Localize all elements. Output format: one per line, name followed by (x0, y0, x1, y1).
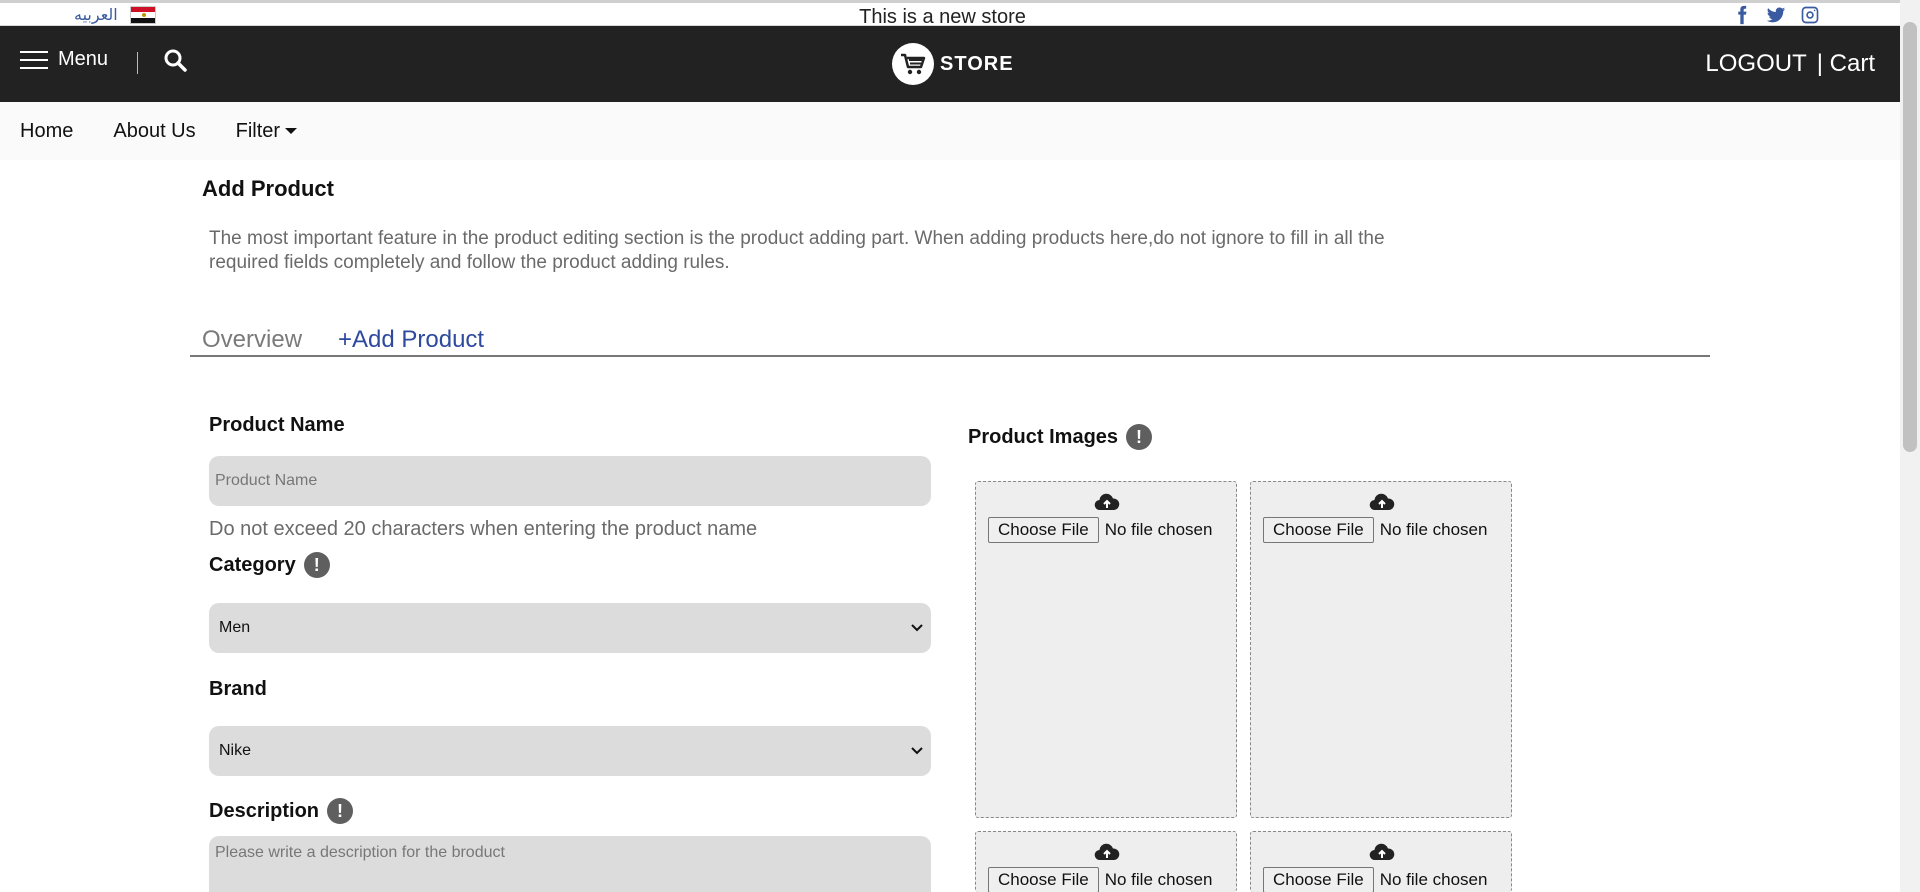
chevron-down-icon (911, 747, 923, 755)
product-images-label: Product Images ! (968, 424, 1153, 450)
hamburger-icon[interactable] (20, 50, 48, 69)
product-name-placeholder: Product Name (215, 472, 318, 489)
choose-file-button[interactable]: Choose File (1263, 867, 1374, 892)
tab-add-product[interactable]: +Add Product (338, 326, 484, 354)
category-select[interactable]: Men (209, 603, 931, 653)
header-divider (137, 52, 138, 74)
product-name-hint: Do not exceed 20 characters when enterin… (209, 518, 758, 540)
logout-link[interactable]: LOGOUT (1705, 50, 1806, 78)
file-input[interactable]: Choose File No file chosen (988, 517, 1212, 543)
store-logo[interactable]: STORE (892, 43, 1014, 85)
page-description: The most important feature in the produc… (209, 228, 1385, 273)
category-label-text: Category (209, 553, 296, 576)
cloud-upload-icon (1369, 843, 1395, 861)
nav-about-us[interactable]: About Us (113, 120, 195, 143)
cart-logo-icon (892, 43, 934, 85)
nav-home-label[interactable]: Home (20, 120, 73, 143)
nav-filter-label[interactable]: Filter (236, 120, 280, 143)
description-placeholder: Please write a description for the brodu… (215, 844, 505, 861)
cart-link[interactable]: | Cart (1817, 50, 1875, 78)
tab-bar: Overview +Add Product (190, 326, 1710, 357)
image-upload-box[interactable]: Choose File No file chosen (975, 831, 1237, 892)
product-name-label: Product Name (209, 414, 345, 437)
product-name-input[interactable]: Product Name (209, 456, 931, 506)
facebook-icon[interactable] (1732, 5, 1752, 25)
brand-label: Brand (209, 678, 267, 701)
header-actions: LOGOUT | Cart (1705, 50, 1875, 78)
brand-select[interactable]: Nike (209, 726, 931, 776)
image-upload-box[interactable]: Choose File No file chosen (1250, 831, 1512, 892)
cloud-upload-icon (1369, 493, 1395, 511)
tab-overview[interactable]: Overview (202, 326, 302, 354)
nav-home[interactable]: Home (20, 120, 73, 143)
info-icon[interactable]: ! (327, 798, 354, 824)
product-images-label-text: Product Images (968, 425, 1119, 448)
twitter-icon[interactable] (1766, 5, 1786, 25)
file-input[interactable]: Choose File No file chosen (988, 867, 1212, 892)
brand-label-text: Brand (209, 678, 267, 700)
secondary-nav: Home About Us Filter (0, 102, 1900, 160)
chevron-down-icon (911, 624, 923, 632)
info-icon[interactable]: ! (303, 552, 330, 578)
logo-text: STORE (940, 52, 1014, 75)
description-textarea[interactable]: Please write a description for the brodu… (209, 836, 931, 892)
social-links (1732, 5, 1820, 25)
choose-file-button[interactable]: Choose File (1263, 517, 1374, 543)
description-label: Description ! (209, 798, 354, 824)
no-file-text: No file chosen (1379, 520, 1488, 539)
no-file-text: No file chosen (1104, 520, 1213, 539)
cloud-upload-icon (1094, 843, 1120, 861)
description-label-text: Description (209, 799, 320, 822)
menu-label[interactable]: Menu (58, 48, 108, 71)
image-upload-box[interactable]: Choose File No file chosen (975, 481, 1237, 818)
instagram-icon[interactable] (1800, 5, 1820, 25)
choose-file-button[interactable]: Choose File (988, 517, 1099, 543)
cloud-upload-icon (1094, 493, 1120, 511)
top-announcement-bar: العربيه This is a new store (0, 0, 1900, 28)
category-selected-value: Men (219, 619, 251, 636)
product-name-label-text: Product Name (209, 414, 345, 436)
scrollbar-thumb[interactable] (1903, 22, 1917, 452)
brand-selected-value: Nike (219, 742, 252, 759)
file-input[interactable]: Choose File No file chosen (1263, 867, 1487, 892)
file-input[interactable]: Choose File No file chosen (1263, 517, 1487, 543)
info-icon[interactable]: ! (1126, 424, 1153, 450)
caret-down-icon[interactable] (285, 128, 298, 134)
image-upload-box[interactable]: Choose File No file chosen (1250, 481, 1512, 818)
search-icon[interactable] (163, 48, 187, 72)
main-header: Menu STORE LOGOUT | Cart (0, 26, 1900, 102)
no-file-text: No file chosen (1379, 870, 1488, 889)
page-title: Add Product (202, 176, 334, 201)
no-file-text: No file chosen (1104, 870, 1213, 889)
choose-file-button[interactable]: Choose File (988, 867, 1099, 892)
category-label: Category ! (209, 552, 330, 578)
menu-button[interactable]: Menu (20, 48, 108, 71)
nav-about-us-label[interactable]: About Us (113, 120, 195, 143)
nav-filter-dropdown[interactable]: Filter (236, 120, 298, 143)
page-scrollbar[interactable] (1900, 0, 1920, 892)
